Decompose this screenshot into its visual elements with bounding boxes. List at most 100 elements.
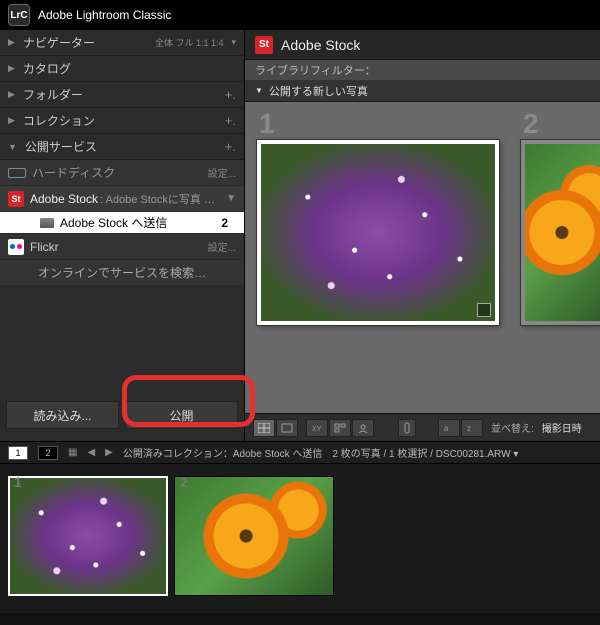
adobe-stock-icon: St xyxy=(8,191,24,207)
compare-survey-group: XY xyxy=(306,419,374,437)
sort-value[interactable]: 撮影日時 xyxy=(542,420,582,435)
panel-navigator[interactable]: ▶ ナビゲーター 全体 フル 1:1 1:4 ▾ xyxy=(0,30,244,56)
cell-number: 2 xyxy=(523,108,539,140)
photo-purple-flowers xyxy=(10,478,166,594)
grid-cell[interactable]: 1 xyxy=(257,118,499,397)
sort-label: 並べ替え: xyxy=(491,420,534,435)
filmstrip-status[interactable]: 公開済みコレクション：Adobe Stock へ送信 2 枚の写真 / 1 枚選… xyxy=(123,445,518,460)
panel-catalog[interactable]: ▶ カタログ xyxy=(0,56,244,82)
panel-label: カタログ xyxy=(23,60,71,77)
add-icon[interactable]: +. xyxy=(225,113,236,128)
service-label: Adobe Stock xyxy=(30,192,98,206)
photo-orange-flowers xyxy=(525,144,600,321)
filter-label: ライブラリフィルター： xyxy=(255,62,376,78)
painter-tool-icon[interactable] xyxy=(398,419,416,437)
main-area: ▶ ナビゲーター 全体 フル 1:1 1:4 ▾ ▶ カタログ ▶ フォルダー … xyxy=(0,30,600,441)
photo-purple-flowers xyxy=(261,144,495,321)
people-view-icon[interactable] xyxy=(352,419,374,437)
app-logo-icon: LrC xyxy=(8,4,30,26)
compare-view-icon[interactable]: XY xyxy=(306,419,328,437)
chevron-down-icon[interactable]: ▾ xyxy=(231,37,236,48)
panel-folders[interactable]: ▶ フォルダー +. xyxy=(0,82,244,108)
disclosure-down-icon[interactable]: ▼ xyxy=(226,193,236,204)
survey-view-icon[interactable] xyxy=(329,419,351,437)
filmstrip-cell[interactable]: 1 xyxy=(8,472,168,605)
monitor-1-button[interactable]: 1 xyxy=(8,446,28,460)
grid-cell[interactable]: 2 xyxy=(521,118,600,397)
svg-text:XY: XY xyxy=(312,426,322,433)
loupe-view-icon[interactable] xyxy=(276,419,298,437)
grid-toolbar: XY a z 並べ替え: 撮影日時 xyxy=(245,413,600,441)
service-label: ハードディスク xyxy=(32,164,115,181)
service-adobe-stock[interactable]: St Adobe Stock : Adobe Stockに写真 … ▼ xyxy=(0,186,244,212)
add-icon[interactable]: +. xyxy=(225,139,236,154)
monitor-2-button[interactable]: 2 xyxy=(38,446,58,460)
filmstrip-thumbnail[interactable] xyxy=(8,476,168,596)
service-settings-link[interactable]: 設定... xyxy=(208,239,236,254)
disclosure-right-icon: ▶ xyxy=(8,89,15,100)
navigator-opts[interactable]: 全体 フル 1:1 1:4 xyxy=(155,36,224,49)
publish-collection-icon xyxy=(40,218,54,228)
publish-services-list: ハードディスク 設定... St Adobe Stock : Adobe Sto… xyxy=(0,160,244,286)
content-title: Adobe Stock xyxy=(281,37,360,53)
service-harddisk[interactable]: ハードディスク 設定... xyxy=(0,160,244,186)
cell-number: 1 xyxy=(14,474,22,490)
thumbnail[interactable] xyxy=(521,140,600,325)
search-label: オンラインでサービスを検索… xyxy=(38,264,206,281)
app-window: LrC Adobe Lightroom Classic ▶ ナビゲーター 全体 … xyxy=(0,0,600,625)
library-filter-bar[interactable]: ライブラリフィルター： xyxy=(245,60,600,80)
section-new-photos[interactable]: ▼ 公開する新しい写真 xyxy=(245,80,600,102)
collection-label: Adobe Stock へ送信 xyxy=(60,214,167,231)
content-area: St Adobe Stock ライブラリフィルター： ▼ 公開する新しい写真 1 xyxy=(245,30,600,441)
grid-view-icon[interactable] xyxy=(253,419,275,437)
left-footer: 読み込み... 公開 xyxy=(0,395,244,441)
panel-label: 公開サービス xyxy=(25,138,97,155)
cell-number: 1 xyxy=(259,108,275,140)
disclosure-right-icon: ▶ xyxy=(8,37,15,48)
sort-asc-icon[interactable]: a xyxy=(438,419,460,437)
panel-label: フォルダー xyxy=(23,86,83,103)
grid-view: 1 2 xyxy=(245,102,600,413)
svg-text:a: a xyxy=(444,424,449,433)
sort-direction-group: a z xyxy=(438,419,483,437)
cell-number: 2 xyxy=(180,474,188,490)
hdd-icon xyxy=(8,168,26,178)
titlebar: LrC Adobe Lightroom Classic xyxy=(0,0,600,30)
panel-label: コレクション xyxy=(23,112,95,129)
service-adobe-stock-send[interactable]: Adobe Stock へ送信 2 xyxy=(0,212,244,234)
disclosure-down-icon: ▼ xyxy=(8,142,17,152)
panel-publish-services[interactable]: ▼ 公開サービス +. xyxy=(0,134,244,160)
filmstrip-info-bar: 1 2 ▦ ◀ ▶ 公開済みコレクション：Adobe Stock へ送信 2 枚… xyxy=(0,441,600,463)
flickr-icon xyxy=(8,239,24,255)
photo-orange-flowers xyxy=(175,477,333,595)
filmstrip: 1 2 xyxy=(0,463,600,613)
publish-button[interactable]: 公開 xyxy=(125,401,238,429)
nav-forward-icon[interactable]: ▶ xyxy=(105,447,113,458)
add-icon[interactable]: +. xyxy=(225,87,236,102)
app-title: Adobe Lightroom Classic xyxy=(38,8,171,22)
service-label: Flickr xyxy=(30,240,59,254)
nav-back-icon[interactable]: ◀ xyxy=(87,447,95,458)
grid-nav-icon[interactable]: ▦ xyxy=(68,447,77,458)
section-label: 公開する新しい写真 xyxy=(269,83,368,99)
view-mode-group xyxy=(253,419,298,437)
panel-collections[interactable]: ▶ コレクション +. xyxy=(0,108,244,134)
filmstrip-thumbnail[interactable] xyxy=(174,476,334,596)
service-sublabel: : Adobe Stockに写真 … xyxy=(100,191,215,207)
service-flickr[interactable]: Flickr 設定... xyxy=(0,234,244,260)
disclosure-down-icon: ▼ xyxy=(255,86,263,95)
sort-desc-icon[interactable]: z xyxy=(461,419,483,437)
service-search-online[interactable]: オンラインでサービスを検索… xyxy=(0,260,244,286)
import-button[interactable]: 読み込み... xyxy=(6,401,119,429)
metadata-badge-icon[interactable] xyxy=(477,303,491,317)
filmstrip-cell[interactable]: 2 xyxy=(174,472,334,605)
thumbnail[interactable] xyxy=(257,140,499,325)
collection-count: 2 xyxy=(221,216,228,230)
adobe-stock-icon: St xyxy=(255,36,273,54)
svg-text:z: z xyxy=(467,424,471,433)
content-header: St Adobe Stock xyxy=(245,30,600,60)
service-settings-link[interactable]: 設定... xyxy=(208,165,236,180)
bottom-border xyxy=(0,613,600,625)
disclosure-right-icon: ▶ xyxy=(8,63,15,74)
panel-label: ナビゲーター xyxy=(23,34,95,51)
